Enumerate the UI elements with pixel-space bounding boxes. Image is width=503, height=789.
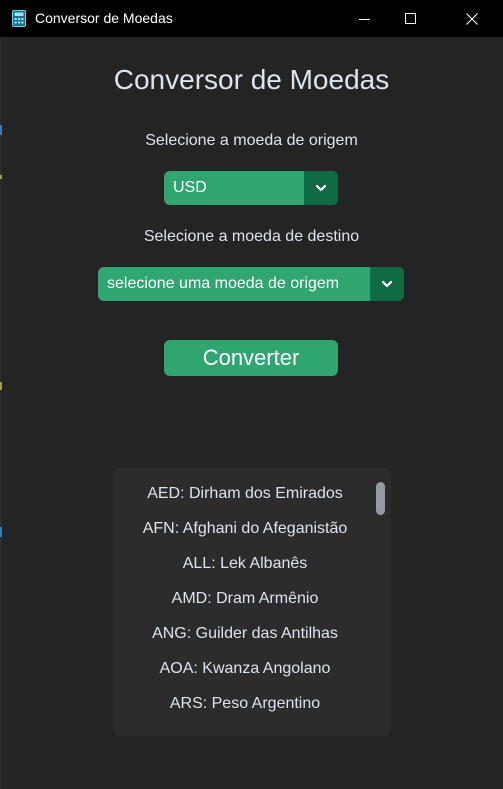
list-item: AMD: Dram Armênio <box>171 590 319 607</box>
list-item: ALL: Lek Albanês <box>182 555 308 572</box>
list-item: AED: Dirham dos Emirados <box>147 485 343 502</box>
destination-currency-value: selecione uma moeda de origem <box>107 275 340 292</box>
close-icon <box>466 13 478 25</box>
destination-dropdown-button[interactable] <box>370 267 404 301</box>
edge-mark <box>0 382 2 390</box>
currency-list[interactable]: AED: Dirham dos Emirados AFN: Afghani do… <box>113 468 391 736</box>
maximize-icon <box>405 13 416 24</box>
edge-mark <box>0 527 2 537</box>
origin-dropdown-button[interactable] <box>304 171 338 205</box>
destination-currency-select[interactable]: selecione uma moeda de origem <box>98 267 404 301</box>
list-item: ARS: Peso Argentino <box>169 695 321 712</box>
chevron-down-icon <box>381 280 393 288</box>
origin-label: Selecione a moeda de origem <box>145 132 358 149</box>
origin-currency-value: USD <box>173 179 207 196</box>
list-item: AFN: Afghani do Afeganistão <box>142 520 348 537</box>
scrollbar-thumb[interactable] <box>376 482 385 515</box>
window-title: Conversor de Moedas <box>35 10 173 26</box>
edge-mark <box>0 175 2 179</box>
minimize-icon <box>359 19 370 20</box>
list-item: AOA: Kwanza Angolano <box>159 660 331 677</box>
chevron-down-icon <box>315 184 327 192</box>
destination-label: Selecione a moeda de destino <box>143 228 360 245</box>
calculator-icon <box>12 10 26 27</box>
page-title: Conversor de Moedas <box>113 64 390 95</box>
close-button[interactable] <box>449 0 495 37</box>
maximize-button[interactable] <box>388 0 434 37</box>
origin-currency-select[interactable]: USD <box>164 171 338 205</box>
minimize-button[interactable] <box>342 0 388 37</box>
app-window: Conversor de Moedas Conversor de Moedas … <box>0 0 503 789</box>
list-item: ANG: Guilder das Antilhas <box>152 625 338 642</box>
convert-button[interactable]: Converter <box>164 340 338 376</box>
title-bar[interactable]: Conversor de Moedas <box>0 0 503 37</box>
